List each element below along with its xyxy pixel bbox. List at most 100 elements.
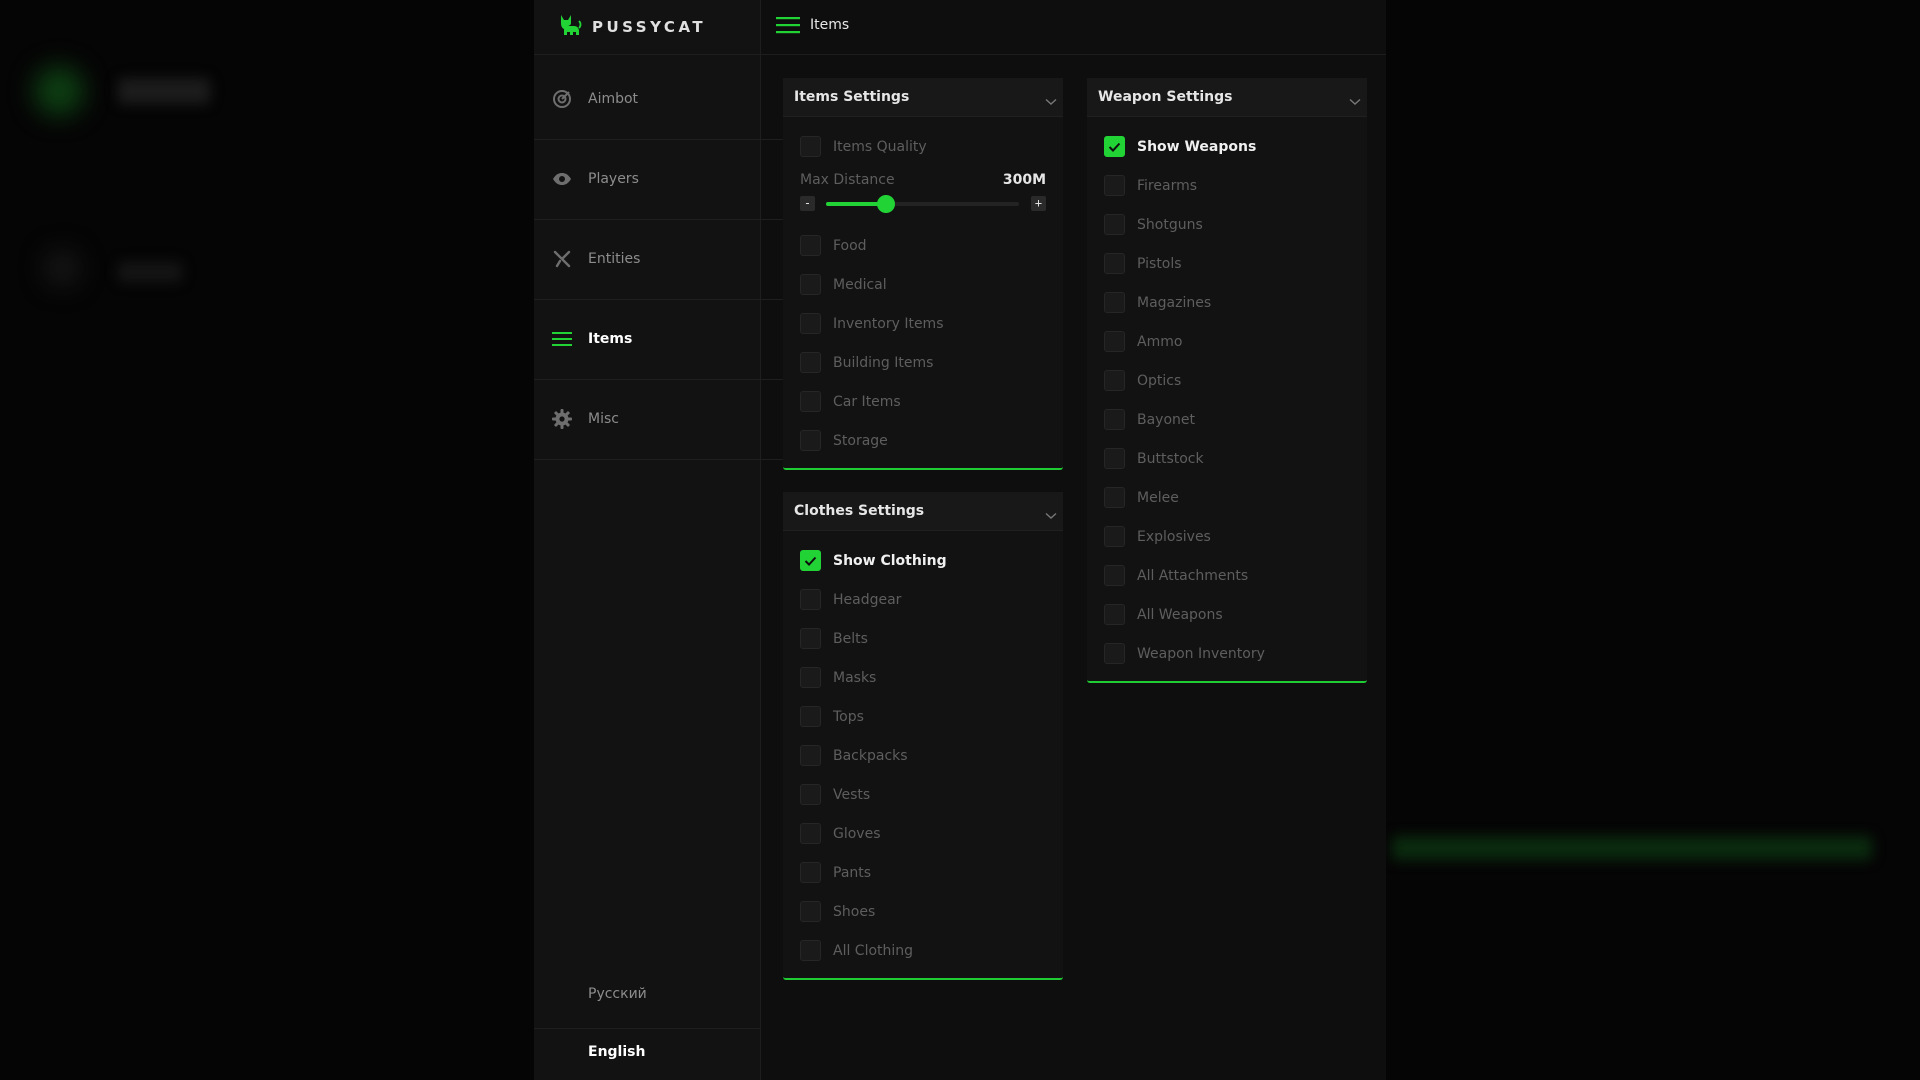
checkbox-row[interactable]: Ammo [1087, 322, 1367, 361]
checkbox-row[interactable]: All Attachments [1087, 556, 1367, 595]
checkbox-row[interactable]: Storage [783, 421, 1063, 460]
check-icon [804, 556, 817, 566]
checkbox[interactable] [1104, 409, 1125, 430]
language-russian[interactable]: Русский [534, 966, 760, 1022]
checkbox[interactable] [800, 391, 821, 412]
checkbox-row[interactable]: Masks [783, 658, 1063, 697]
checkbox-row[interactable]: Gloves [783, 814, 1063, 853]
checkbox-row[interactable]: Items Quality [783, 127, 1063, 166]
checkbox-row[interactable]: Weapon Inventory [1087, 634, 1367, 673]
checkbox-row[interactable]: Buttstock [1087, 439, 1367, 478]
checkbox[interactable] [800, 430, 821, 451]
panel-title: Items Settings [794, 89, 910, 105]
slider-knob[interactable] [876, 195, 895, 213]
checkbox[interactable] [800, 745, 821, 766]
language-label: Русский [588, 986, 647, 1002]
checkbox[interactable] [800, 901, 821, 922]
sidebar-item-aimbot[interactable]: Aimbot [534, 59, 784, 140]
checkbox[interactable] [1104, 604, 1125, 625]
checkbox[interactable] [1104, 487, 1125, 508]
checkbox[interactable] [800, 274, 821, 295]
checkbox-row[interactable]: Pistols [1087, 244, 1367, 283]
menu-icon[interactable] [776, 16, 800, 38]
sidebar-item-label: Items [588, 331, 633, 347]
checkbox-row[interactable]: Melee [1087, 478, 1367, 517]
checkbox-row[interactable]: Vests [783, 775, 1063, 814]
checkbox[interactable] [800, 235, 821, 256]
blurred-background-bar [1392, 836, 1872, 860]
checkbox-row[interactable]: Shotguns [1087, 205, 1367, 244]
checkbox[interactable] [1104, 448, 1125, 469]
checkbox-row[interactable]: Medical [783, 265, 1063, 304]
checkbox[interactable] [1104, 175, 1125, 196]
increment-button[interactable]: + [1031, 196, 1046, 211]
checkbox[interactable] [1104, 136, 1125, 157]
checkbox[interactable] [800, 784, 821, 805]
checkbox-label: Vests [833, 786, 871, 803]
language-english[interactable]: English [534, 1024, 760, 1080]
sidebar-item-misc[interactable]: Misc [534, 379, 784, 460]
checkbox[interactable] [800, 823, 821, 844]
checkbox-row[interactable]: Car Items [783, 382, 1063, 421]
checkbox-row[interactable]: All Weapons [1087, 595, 1367, 634]
checkbox-row[interactable]: Tops [783, 697, 1063, 736]
checkbox-row[interactable]: Backpacks [783, 736, 1063, 775]
checkbox-row[interactable]: Firearms [1087, 166, 1367, 205]
checkbox-label: Show Weapons [1137, 138, 1257, 155]
checkbox-row[interactable]: Headgear [783, 580, 1063, 619]
checkbox[interactable] [800, 352, 821, 373]
checkbox-label: Backpacks [833, 747, 908, 764]
slider-track[interactable] [826, 195, 1019, 213]
checkbox-row[interactable]: Inventory Items [783, 304, 1063, 343]
panel-title: Clothes Settings [794, 503, 925, 519]
checkbox[interactable] [1104, 565, 1125, 586]
checkbox[interactable] [1104, 331, 1125, 352]
clothes-settings-panel: Clothes Settings Show Clothing Headgear Be… [783, 492, 1063, 980]
checkbox-row[interactable]: Bayonet [1087, 400, 1367, 439]
checkbox-label: Headgear [833, 591, 902, 608]
checkbox-row[interactable]: Show Weapons [1087, 127, 1367, 166]
checkbox-row[interactable]: Building Items [783, 343, 1063, 382]
checkbox[interactable] [800, 628, 821, 649]
chevron-down-icon[interactable] [1045, 91, 1057, 110]
checkbox[interactable] [1104, 214, 1125, 235]
checkbox-row[interactable]: Shoes [783, 892, 1063, 931]
checkbox[interactable] [800, 862, 821, 883]
checkbox-row[interactable]: Belts [783, 619, 1063, 658]
checkbox[interactable] [800, 136, 821, 157]
slider-value: 300M [1002, 172, 1046, 188]
panel-header[interactable]: Items Settings [783, 78, 1063, 117]
checkbox[interactable] [1104, 370, 1125, 391]
checkbox-row[interactable]: Explosives [1087, 517, 1367, 556]
panel-header[interactable]: Weapon Settings [1087, 78, 1367, 117]
checkbox[interactable] [800, 706, 821, 727]
sidebar: PUSSYCAT Aimbot Players Entities Items M… [534, 0, 784, 1080]
chevron-down-icon[interactable] [1045, 505, 1057, 524]
checkbox[interactable] [1104, 526, 1125, 547]
checkbox[interactable] [800, 667, 821, 688]
checkbox[interactable] [1104, 253, 1125, 274]
checkbox[interactable] [800, 940, 821, 961]
sidebar-item-players[interactable]: Players [534, 139, 784, 220]
checkbox-row[interactable]: Food [783, 226, 1063, 265]
checkbox[interactable] [1104, 292, 1125, 313]
chevron-down-icon[interactable] [1349, 91, 1361, 110]
checkbox[interactable] [800, 313, 821, 334]
gear-icon [552, 409, 572, 429]
sidebar-item-entities[interactable]: Entities [534, 219, 784, 300]
checkbox[interactable] [800, 589, 821, 610]
checkbox-row[interactable]: Magazines [1087, 283, 1367, 322]
checkbox[interactable] [1104, 643, 1125, 664]
panel-body: Items Quality Max Distance 300M - + Food Medic… [783, 117, 1063, 468]
checkbox-row[interactable]: All Clothing [783, 931, 1063, 970]
panel-header[interactable]: Clothes Settings [783, 492, 1063, 531]
sidebar-item-label: Players [588, 171, 639, 187]
checkbox[interactable] [800, 550, 821, 571]
checkbox-label: Ammo [1137, 333, 1183, 350]
checkbox-row[interactable]: Optics [1087, 361, 1367, 400]
checkbox-row[interactable]: Pants [783, 853, 1063, 892]
checkbox-row[interactable]: Show Clothing [783, 541, 1063, 580]
items-settings-panel: Items Settings Items Quality Max Distance… [783, 78, 1063, 470]
sidebar-item-items[interactable]: Items [534, 299, 784, 380]
decrement-button[interactable]: - [800, 196, 815, 211]
